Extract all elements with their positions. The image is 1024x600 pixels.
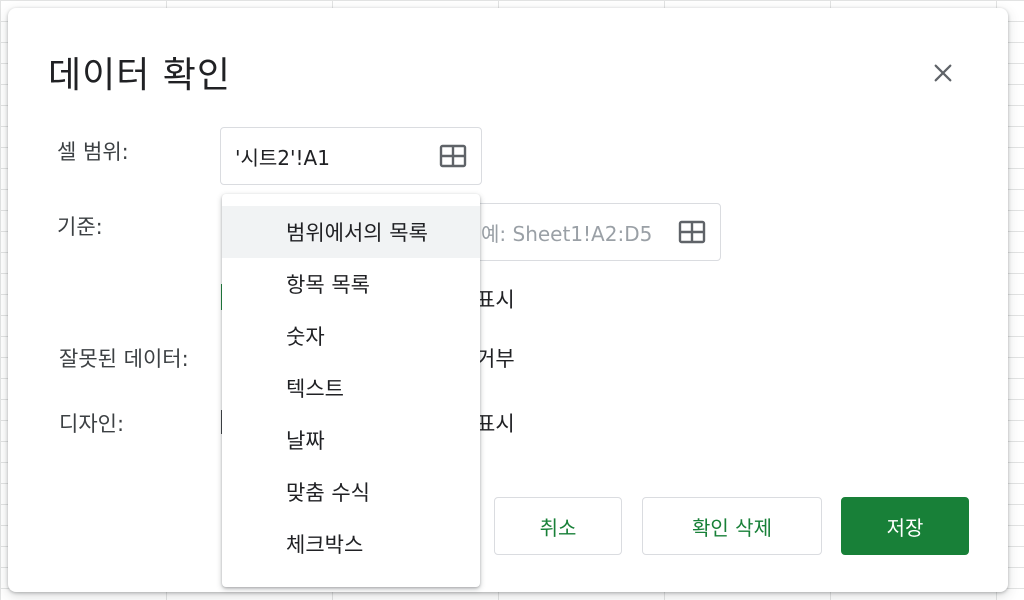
criteria-option-text[interactable]: 텍스트 [222, 362, 480, 414]
grid-select-icon[interactable] [439, 144, 467, 168]
help-text-label: 표시 [476, 412, 515, 436]
criteria-label: 기준: [57, 215, 103, 239]
criteria-range-placeholder: 예: Sheet1!A2:D5 [481, 221, 653, 246]
cell-range-value: '시트2'!A1 [235, 145, 330, 170]
reject-input-label: 거부 [476, 347, 515, 371]
cell-range-label: 셀 범위: [57, 140, 129, 164]
criteria-option-checkbox[interactable]: 체크박스 [222, 518, 480, 570]
remove-validation-button[interactable]: 확인 삭제 [642, 497, 822, 555]
save-button[interactable]: 저장 [841, 497, 969, 555]
cell-range-input[interactable]: '시트2'!A1 [220, 127, 482, 185]
criteria-option-list-from-range[interactable]: 범위에서의 목록 [222, 206, 480, 258]
criteria-option-custom-formula[interactable]: 맞춤 수식 [222, 466, 480, 518]
grid-select-icon[interactable] [678, 220, 706, 244]
close-icon [934, 64, 952, 82]
criteria-option-number[interactable]: 숫자 [222, 310, 480, 362]
show-dropdown-label: 표시 [476, 288, 515, 312]
criteria-dropdown-menu: 범위에서의 목록 항목 목록 숫자 텍스트 날짜 맞춤 수식 체크박스 [222, 194, 480, 587]
criteria-option-list-of-items[interactable]: 항목 목록 [222, 258, 480, 310]
close-button[interactable] [926, 56, 960, 90]
cancel-button[interactable]: 취소 [494, 497, 622, 555]
appearance-label: 디자인: [59, 412, 125, 436]
criteria-option-date[interactable]: 날짜 [222, 414, 480, 466]
dialog-title: 데이터 확인 [48, 55, 232, 96]
data-validation-dialog: 데이터 확인 셀 범위: '시트2'!A1 기준: 예: Sheet1!A2:D… [8, 8, 1008, 592]
invalid-data-label: 잘못된 데이터: [59, 347, 189, 371]
